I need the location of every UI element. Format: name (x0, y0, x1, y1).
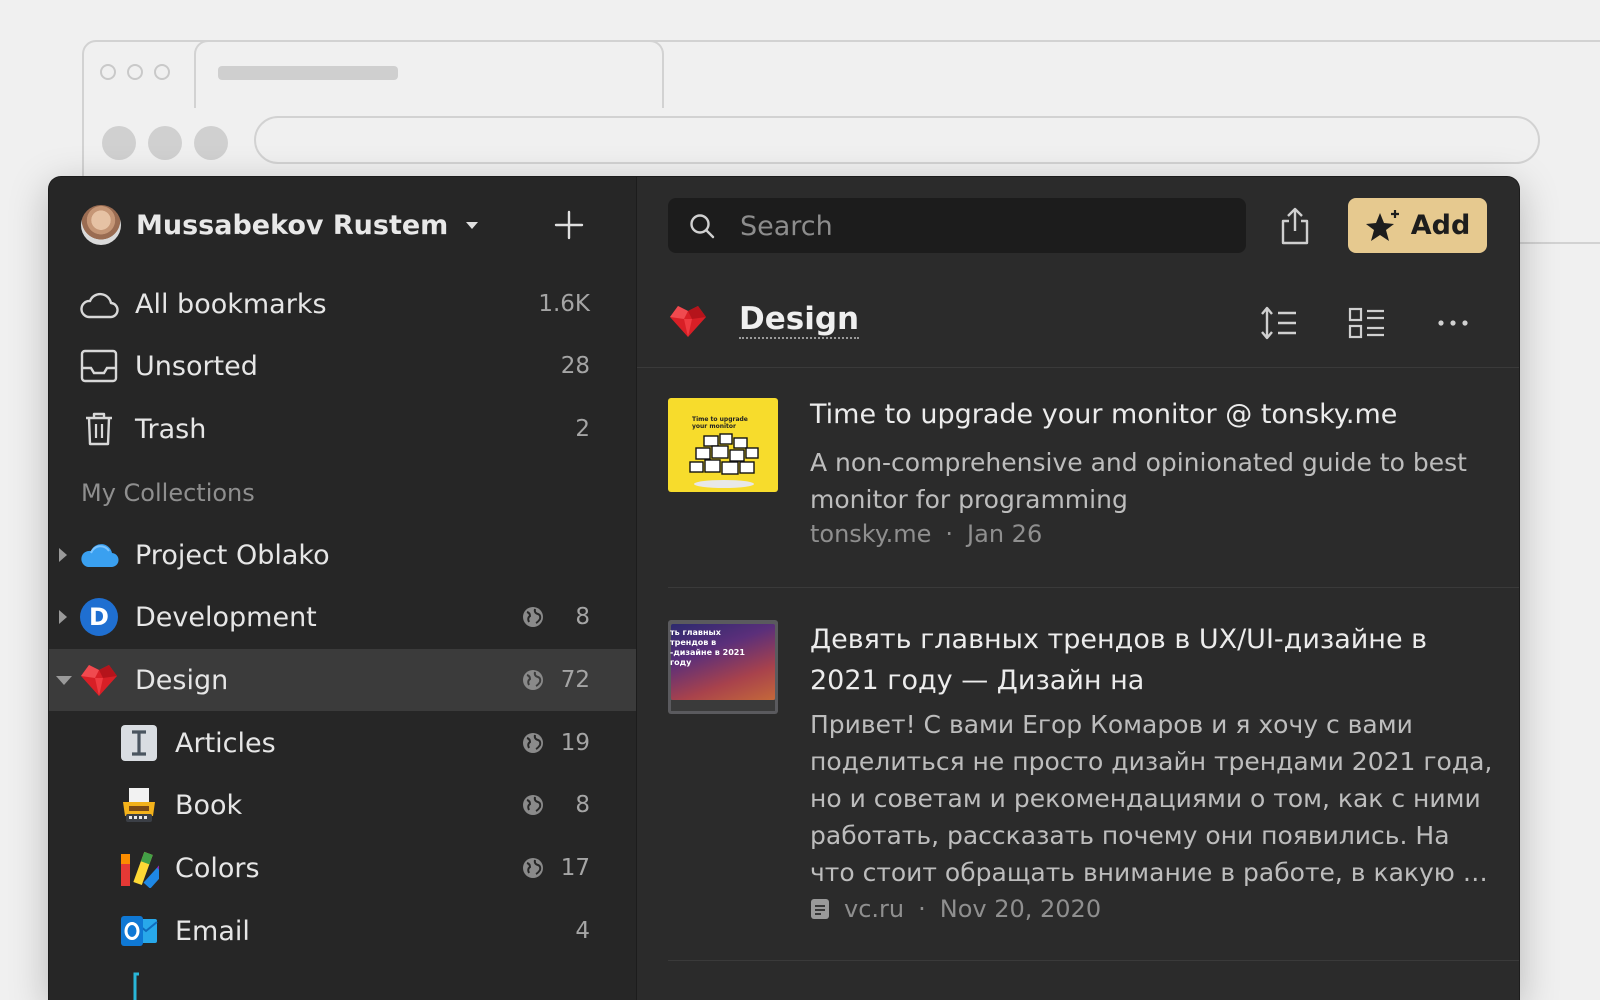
add-button-label: Add (1410, 210, 1471, 241)
background-tab-title-placeholder (218, 66, 398, 80)
sidebar-item-label: Design (135, 664, 229, 696)
sidebar-item-label: Project Oblako (135, 539, 330, 571)
bookmark-excerpt: A non-comprehensive and opinionated guid… (810, 448, 1467, 514)
color-swatches-icon (119, 848, 159, 888)
sidebar-item-label: Colors (175, 852, 260, 884)
sidebar-item-design[interactable]: Design 72 (49, 649, 636, 711)
expand-triangle-icon[interactable] (57, 547, 69, 563)
globe-icon (523, 795, 543, 815)
search-bar[interactable] (668, 198, 1246, 255)
sidebar-item-book[interactable]: Book 8 (49, 774, 636, 836)
bookmark-meta: tonsky.me · Jan 26 (810, 520, 1042, 548)
user-name: Mussabekov Rustem (136, 209, 449, 241)
sidebar-item-count: 2 (575, 416, 590, 442)
sidebar: Mussabekov Rustem All bookmarks 1.6K Uns… (49, 177, 637, 1000)
sidebar-item-count: 8 (575, 604, 590, 630)
bookmark-title[interactable]: Time to upgrade your monitor @ tonsky.me (810, 394, 1500, 435)
collection-header: Design (637, 277, 1519, 368)
item-divider (668, 960, 1519, 961)
sort-icon[interactable] (1259, 303, 1299, 343)
bookmark-domain: tonsky.me (810, 520, 932, 548)
thumbnail-caption: Time to upgrade your monitor (692, 416, 748, 430)
sidebar-item-project-oblako[interactable]: Project Oblako (49, 524, 636, 586)
sidebar-item-development[interactable]: D Development 8 (49, 586, 636, 648)
plus-icon[interactable] (551, 207, 587, 243)
sidebar-item-count: 17 (560, 855, 590, 881)
globe-icon (523, 858, 543, 878)
typewriter-icon (119, 785, 159, 825)
globe-icon (523, 733, 543, 753)
outlook-icon (119, 911, 159, 951)
article-type-icon (811, 899, 829, 919)
bookmark-item[interactable]: ть главных трендов в -дизайне в 2021 год… (668, 620, 1519, 970)
inbox-icon (79, 346, 119, 386)
avatar (81, 205, 121, 245)
more-icon[interactable] (1433, 303, 1473, 343)
sidebar-item-label: Email (175, 915, 250, 947)
sidebar-item-count: 4 (575, 918, 590, 944)
d-letter-icon: D (79, 597, 119, 637)
collapse-triangle-icon[interactable] (55, 674, 73, 686)
bookmark-title[interactable]: Девять главных трендов в UX/UI-дизайне в… (810, 619, 1500, 701)
cloud-icon (79, 284, 119, 324)
main-panel: Add Design Time to upgrade your monitor (637, 177, 1519, 1000)
bookmark-meta: vc.ru · Nov 20, 2020 (810, 895, 1101, 923)
bookmark-thumbnail[interactable]: Time to upgrade your monitor (668, 398, 778, 492)
thumbnail-caption: ть главных трендов в -дизайне в 2021 год… (670, 628, 745, 667)
text-cursor-icon (119, 723, 159, 763)
background-url-bar (254, 116, 1540, 164)
add-button[interactable]: Add (1348, 198, 1487, 253)
raindrop-app-window: Mussabekov Rustem All bookmarks 1.6K Uns… (49, 177, 1519, 1000)
bookmark-item[interactable]: Time to upgrade your monitor Time to upg… (668, 398, 1519, 578)
sidebar-item-count: 72 (560, 667, 590, 693)
sidebar-item-label: Articles (175, 727, 276, 759)
red-heart-gem-icon (670, 306, 706, 337)
sidebar-item-trash[interactable]: Trash 2 (49, 398, 636, 460)
sidebar-item-all-bookmarks[interactable]: All bookmarks 1.6K (49, 273, 636, 335)
bookmark-domain: vc.ru (844, 895, 905, 923)
bookmark-date: Jan 26 (967, 520, 1043, 548)
sidebar-item-unsorted[interactable]: Unsorted 28 (49, 335, 636, 397)
sidebar-item-label: Trash (135, 413, 207, 445)
sidebar-item-count: 19 (560, 730, 590, 756)
item-divider (668, 587, 1519, 588)
sidebar-item-articles[interactable]: Articles 19 (49, 712, 636, 774)
background-window-controls (100, 64, 170, 80)
expand-triangle-icon[interactable] (57, 609, 69, 625)
meta-separator: · (918, 895, 926, 923)
bookmark-thumbnail[interactable]: ть главных трендов в -дизайне в 2021 год… (668, 620, 778, 714)
trash-icon (79, 409, 119, 449)
background-nav-buttons (102, 126, 228, 160)
partial-collection-icon (133, 972, 139, 1000)
sidebar-item-label: Development (135, 601, 317, 633)
sidebar-item-label: Unsorted (135, 350, 258, 382)
search-icon (690, 214, 715, 239)
red-heart-gem-icon (79, 660, 119, 700)
sidebar-item-label: Book (175, 789, 243, 821)
sidebar-item-count: 8 (575, 792, 590, 818)
share-icon[interactable] (1277, 207, 1313, 245)
list-view-icon[interactable] (1347, 303, 1387, 343)
meta-separator: · (945, 520, 954, 548)
svg-text:D: D (89, 603, 109, 631)
blue-cloud-icon (79, 535, 119, 575)
sidebar-item-colors[interactable]: Colors 17 (49, 837, 636, 899)
section-title-my-collections: My Collections (81, 479, 255, 507)
collection-title[interactable]: Design (739, 301, 860, 339)
sidebar-item-count: 28 (560, 353, 590, 379)
globe-icon (523, 670, 543, 690)
user-menu[interactable]: Mussabekov Rustem (81, 205, 479, 245)
monitors-illustration (689, 433, 759, 488)
sidebar-item-count: 1.6K (538, 291, 590, 317)
bookmark-excerpt: Привет! С вами Егор Комаров и я хочу с в… (810, 710, 1493, 887)
globe-icon (523, 607, 543, 627)
sparkle-star-icon (1365, 209, 1399, 241)
chevron-down-icon (466, 221, 479, 229)
bookmark-date: Nov 20, 2020 (939, 895, 1102, 923)
sidebar-item-email[interactable]: Email 4 (49, 900, 636, 962)
search-input[interactable] (738, 198, 1232, 255)
sidebar-item-label: All bookmarks (135, 288, 327, 320)
